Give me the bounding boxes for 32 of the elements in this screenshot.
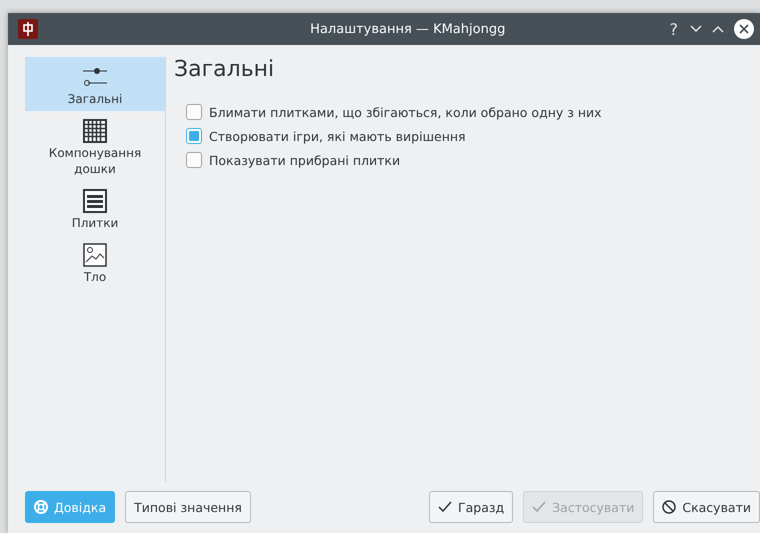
cancel-icon — [662, 500, 676, 514]
help-button[interactable]: ? — [668, 20, 680, 38]
maximize-icon[interactable] — [712, 25, 724, 33]
sidebar-label: Плитки — [72, 215, 118, 231]
dialog-button[interactable]: Скасувати — [653, 491, 760, 523]
page-title: Загальні — [174, 57, 276, 82]
checkbox[interactable] — [186, 128, 202, 144]
sidebar-item[interactable]: Загальні — [25, 57, 165, 111]
window-title: Налаштування — KMahjongg — [309, 22, 506, 36]
close-icon[interactable] — [734, 19, 754, 39]
lifebuoy-icon — [34, 500, 48, 514]
checkbox[interactable] — [186, 104, 202, 120]
dialog-button[interactable]: Типові значення — [125, 491, 251, 523]
app-icon — [18, 19, 38, 39]
checkbox-label: Блимати плитками, що збігаються, коли обрано одну з них — [209, 104, 602, 120]
checkbox-label: Створювати ігри, які мають вирішення — [209, 128, 466, 144]
sidebar-label: Тло — [84, 269, 106, 285]
sliders-icon — [82, 65, 108, 89]
sidebar-label: Компонування дошки — [48, 145, 142, 177]
check-icon — [438, 501, 452, 513]
sidebar-item[interactable]: Компонування дошки — [25, 111, 165, 181]
minimize-icon[interactable] — [690, 25, 702, 33]
list-icon — [83, 189, 107, 213]
dialog-button[interactable]: Гаразд — [429, 491, 514, 523]
image-icon — [83, 243, 107, 267]
sidebar-item[interactable]: Плитки — [25, 181, 165, 235]
check-icon — [532, 501, 546, 513]
checkbox-label: Показувати прибрані плитки — [209, 152, 400, 168]
sidebar-label: Загальні — [68, 91, 122, 107]
grid-icon — [83, 119, 107, 143]
checkbox[interactable] — [186, 152, 202, 168]
sidebar-item[interactable]: Тло — [25, 235, 165, 289]
